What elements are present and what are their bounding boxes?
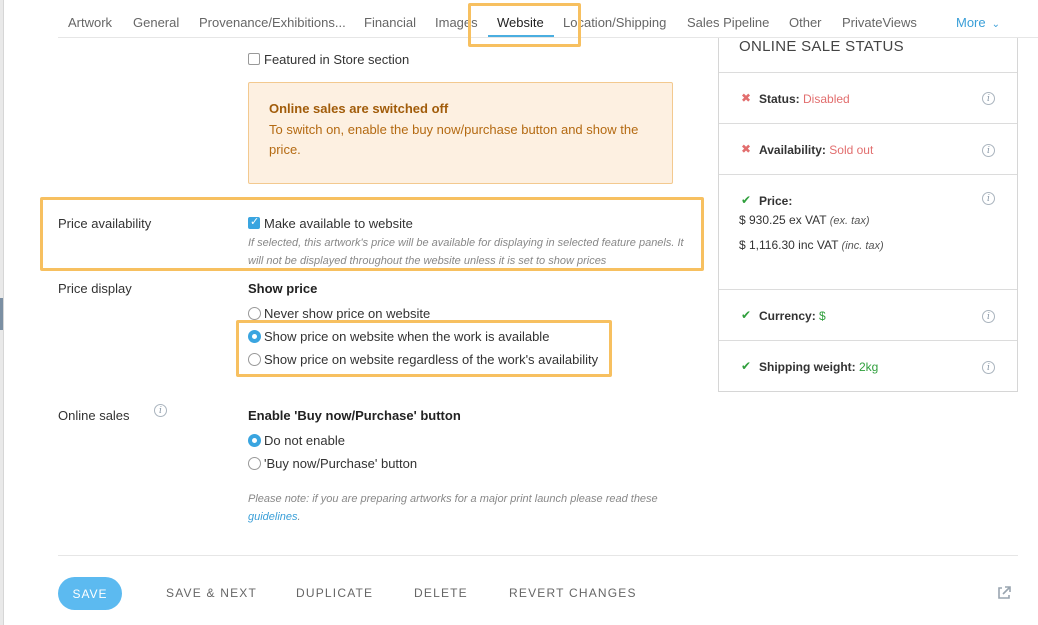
show-price-heading: Show price xyxy=(248,281,318,296)
duplicate-button[interactable]: DUPLICATE xyxy=(296,586,373,600)
radio-show-regardless[interactable] xyxy=(248,353,261,366)
featured-store-checkbox[interactable] xyxy=(248,53,260,65)
sidebar-glyph: · xyxy=(0,418,1,428)
featured-store-label: Featured in Store section xyxy=(264,52,410,67)
tab-general[interactable]: General xyxy=(133,15,179,30)
sidebar-glyph: · xyxy=(0,345,1,355)
radio-do-not-enable[interactable] xyxy=(248,434,261,447)
currency-value: $ xyxy=(819,309,826,323)
availability-key: Availability: Sold out xyxy=(759,143,873,157)
check-icon: ✔ xyxy=(741,359,752,373)
cross-icon: ✖ xyxy=(741,142,752,156)
chevron-down-icon: ⌄ xyxy=(991,19,1001,30)
currency-row: ✔ Currency: $ i xyxy=(719,289,1017,340)
online-sales-label: Online sales xyxy=(58,408,130,423)
price-ex-vat-value: $ 930.25 ex VAT xyxy=(739,213,827,227)
status-value: Disabled xyxy=(803,92,850,106)
price-inc-vat-value: $ 1,116.30 inc VAT xyxy=(739,238,839,252)
tab-location-shipping[interactable]: Location/Shipping xyxy=(563,15,666,30)
tab-sales-pipeline[interactable]: Sales Pipeline xyxy=(687,15,769,30)
sidebar-glyph: · xyxy=(0,62,1,72)
guidelines-link[interactable]: guidelines xyxy=(248,511,298,523)
save-button[interactable]: SAVE xyxy=(58,577,122,610)
more-label: More xyxy=(956,15,986,30)
price-ex-vat: $ 930.25 ex VAT (ex. tax) xyxy=(739,213,869,227)
radio-show-when-available[interactable] xyxy=(248,330,261,343)
external-link-icon[interactable] xyxy=(996,585,1012,601)
tab-other[interactable]: Other xyxy=(789,15,822,30)
cross-icon: ✖ xyxy=(741,91,752,105)
shipping-value: 2kg xyxy=(859,360,879,374)
radio-buy-now-button-label: 'Buy now/Purchase' button xyxy=(264,456,418,471)
sidebar-glyph: · xyxy=(0,238,1,248)
inc-tax-note: (inc. tax) xyxy=(841,240,884,252)
currency-key: Currency: $ xyxy=(759,309,826,323)
online-sale-status-panel: ONLINE SALE STATUS ✖ Status: Disabled i … xyxy=(718,20,1018,392)
shipping-row: ✔ Shipping weight: 2kg i xyxy=(719,340,1017,391)
availability-row: ✖ Availability: Sold out i xyxy=(719,123,1017,174)
active-tab-indicator xyxy=(488,35,554,37)
availability-value: Sold out xyxy=(829,143,874,157)
price-availability-label: Price availability xyxy=(58,216,152,231)
alert-body: To switch on, enable the buy now/purchas… xyxy=(269,122,639,157)
radio-buy-now-button[interactable] xyxy=(248,457,261,470)
tab-private-views[interactable]: PrivateViews xyxy=(842,15,917,30)
sidebar-glyph: · xyxy=(0,130,1,140)
note-text: Please note: if you are preparing artwor… xyxy=(248,493,658,505)
availability-key-text: Availability: xyxy=(759,143,826,157)
sidebar-glyph: · xyxy=(0,382,1,392)
more-tabs-dropdown[interactable]: More ⌄ xyxy=(956,15,1000,30)
price-availability-help: If selected, this artwork's price will b… xyxy=(248,237,684,267)
tab-financial[interactable]: Financial xyxy=(364,15,416,30)
save-next-button[interactable]: SAVE & NEXT xyxy=(166,586,257,600)
online-sales-alert: Online sales are switched off To switch … xyxy=(248,82,673,184)
radio-show-when-available-label: Show price on website when the work is a… xyxy=(264,329,550,344)
shipping-key-text: Shipping weight: xyxy=(759,360,856,374)
check-icon: ✔ xyxy=(741,193,752,207)
tab-provenance[interactable]: Provenance/Exhibitions... xyxy=(199,15,346,30)
check-icon: ✔ xyxy=(741,308,752,322)
make-available-checkbox[interactable] xyxy=(248,215,260,229)
info-circle-icon[interactable]: i xyxy=(154,404,167,417)
status-key-text: Status: xyxy=(759,92,800,106)
tab-website[interactable]: Website xyxy=(497,15,544,30)
info-circle-icon[interactable]: i xyxy=(982,192,995,205)
tab-images[interactable]: Images xyxy=(435,15,478,30)
price-row: ✔ Price: i $ 930.25 ex VAT (ex. tax) $ 1… xyxy=(719,174,1017,289)
info-circle-icon[interactable]: i xyxy=(982,144,995,157)
info-circle-icon[interactable]: i xyxy=(982,92,995,105)
radio-never-show-price[interactable] xyxy=(248,307,261,320)
tab-artwork[interactable]: Artwork xyxy=(68,15,112,30)
tab-bar: Artwork General Provenance/Exhibitions..… xyxy=(58,0,1038,38)
status-key: Status: Disabled xyxy=(759,92,850,106)
currency-key-text: Currency: xyxy=(759,309,816,323)
price-inc-vat: $ 1,116.30 inc VAT (inc. tax) xyxy=(739,238,884,252)
status-row: ✖ Status: Disabled i xyxy=(719,72,1017,123)
footer-divider xyxy=(58,555,1018,556)
sidebar-glyph: · xyxy=(0,202,1,212)
revert-changes-button[interactable]: REVERT CHANGES xyxy=(509,586,637,600)
sidebar-glyph: · xyxy=(0,272,1,282)
radio-never-show-price-label: Never show price on website xyxy=(264,306,431,321)
sidebar-active-marker xyxy=(0,298,3,330)
print-launch-note: Please note: if you are preparing artwor… xyxy=(248,490,668,526)
price-display-label: Price display xyxy=(58,281,132,296)
price-key: Price: xyxy=(759,194,793,208)
radio-show-regardless-label: Show price on website regardless of the … xyxy=(264,352,599,367)
radio-do-not-enable-label: Do not enable xyxy=(264,433,345,448)
shipping-key: Shipping weight: 2kg xyxy=(759,360,878,374)
ex-tax-note: (ex. tax) xyxy=(829,215,870,227)
sidebar-glyph: · xyxy=(0,95,1,105)
panel-title: ONLINE SALE STATUS xyxy=(739,38,904,55)
sidebar-edge: · · · · · · · · · · xyxy=(0,0,4,625)
alert-title: Online sales are switched off xyxy=(269,101,449,116)
note-suffix: . xyxy=(297,511,301,523)
buy-now-heading: Enable 'Buy now/Purchase' button xyxy=(248,408,461,423)
info-circle-icon[interactable]: i xyxy=(982,361,995,374)
sidebar-glyph: · xyxy=(0,166,1,176)
info-circle-icon[interactable]: i xyxy=(982,310,995,323)
make-available-label: Make available to website xyxy=(264,216,413,231)
delete-button[interactable]: DELETE xyxy=(414,586,468,600)
